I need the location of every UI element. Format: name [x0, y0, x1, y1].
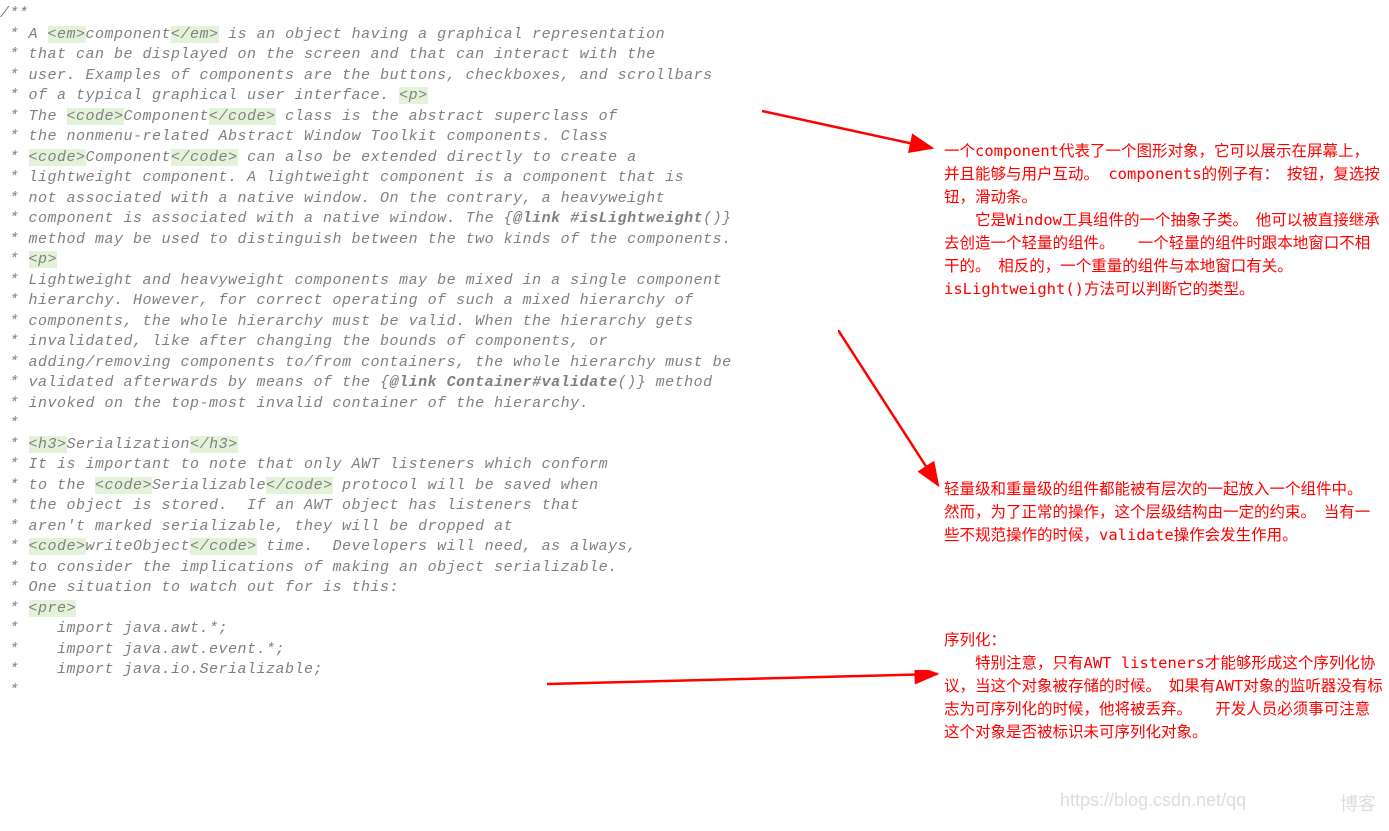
- code-line: * the object is stored. If an AWT object…: [0, 496, 920, 517]
- code-line: /**: [0, 4, 920, 25]
- code-line: * invalidated, like after changing the b…: [0, 332, 920, 353]
- code-line: * component is associated with a native …: [0, 209, 920, 230]
- annotation-3-body: 特别注意，只有AWT listeners才能够形成这个序列化协议，当这个对象被存…: [944, 652, 1384, 744]
- code-line: * <code>writeObject</code> time. Develop…: [0, 537, 920, 558]
- code-line: * lightweight component. A lightweight c…: [0, 168, 920, 189]
- code-line: * to the <code>Serializable</code> proto…: [0, 476, 920, 497]
- code-line: * of a typical graphical user interface.…: [0, 86, 920, 107]
- code-line: * One situation to watch out for is this…: [0, 578, 920, 599]
- code-line: * user. Examples of components are the b…: [0, 66, 920, 87]
- arrow-2: [838, 330, 948, 495]
- code-line: * aren't marked serializable, they will …: [0, 517, 920, 538]
- code-line: * to consider the implications of making…: [0, 558, 920, 579]
- annotation-2: 轻量级和重量级的组件都能被有层次的一起放入一个组件中。 然而，为了正常的操作，这…: [944, 478, 1384, 547]
- code-line: * It is important to note that only AWT …: [0, 455, 920, 476]
- arrow-1: [762, 106, 942, 156]
- watermark-csdn: https://blog.csdn.net/qq: [1060, 790, 1246, 811]
- code-line: * import java.awt.event.*;: [0, 640, 920, 661]
- arrow-3: [547, 670, 945, 690]
- code-line: * components, the whole hierarchy must b…: [0, 312, 920, 333]
- watermark-blog: 博客: [1340, 790, 1376, 816]
- code-line: * validated afterwards by means of the {…: [0, 373, 920, 394]
- annotation-1: 一个component代表了一个图形对象，它可以展示在屏幕上，并且能够与用户互动…: [944, 140, 1384, 301]
- code-line: * <p>: [0, 250, 920, 271]
- annotation-3-title: 序列化：: [944, 629, 1384, 652]
- code-line: * Lightweight and heavyweight components…: [0, 271, 920, 292]
- code-line: * A <em>component</em> is an object havi…: [0, 25, 920, 46]
- code-line: * <h3>Serialization</h3>: [0, 435, 920, 456]
- annotation-3: 序列化： 特别注意，只有AWT listeners才能够形成这个序列化协议，当这…: [944, 629, 1384, 744]
- code-line: * that can be displayed on the screen an…: [0, 45, 920, 66]
- code-line: * adding/removing components to/from con…: [0, 353, 920, 374]
- code-line: * method may be used to distinguish betw…: [0, 230, 920, 251]
- code-line: * <pre>: [0, 599, 920, 620]
- code-line: * import java.awt.*;: [0, 619, 920, 640]
- code-line: * invoked on the top-most invalid contai…: [0, 394, 920, 415]
- code-line: *: [0, 414, 920, 435]
- code-line: * hierarchy. However, for correct operat…: [0, 291, 920, 312]
- code-line: * not associated with a native window. O…: [0, 189, 920, 210]
